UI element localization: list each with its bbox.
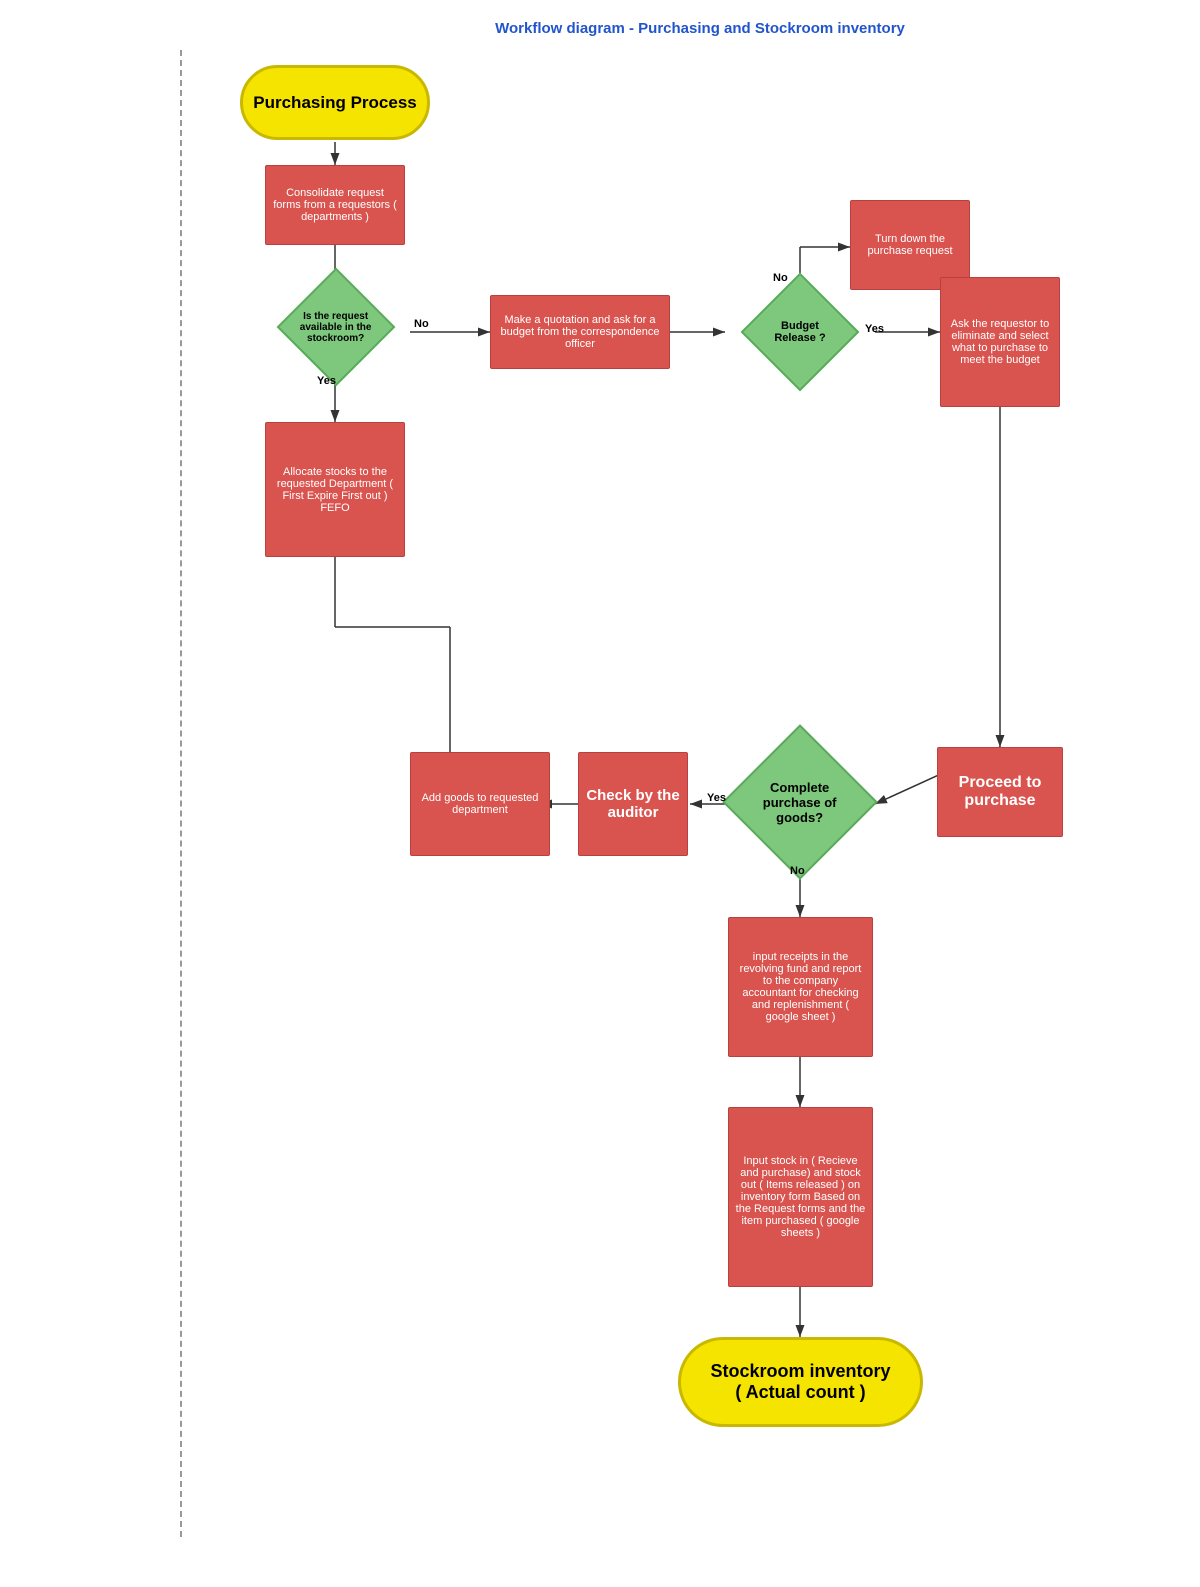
is-available-diamond: Is the request available in the stockroo… <box>262 285 410 369</box>
ask-requestor-box: Ask the requestor to eliminate and selec… <box>940 277 1060 407</box>
start-oval: Purchasing Process <box>240 65 430 140</box>
add-goods-box: Add goods to requested department <box>410 752 550 856</box>
diagram-title: Workflow diagram - Purchasing and Stockr… <box>320 20 1080 37</box>
input-receipts-label: input receipts in the revolving fund and… <box>735 951 866 1023</box>
check-auditor-box: Check by the auditor <box>578 752 688 856</box>
budget-release-label: Budget Release ? <box>774 320 825 344</box>
allocate-box: Allocate stocks to the requested Departm… <box>265 422 405 557</box>
no-label-3: No <box>790 865 805 877</box>
proceed-label: Proceed to purchase <box>944 774 1056 810</box>
check-auditor-label: Check by the auditor <box>585 787 681 821</box>
input-stock-label: Input stock in ( Recieve and purchase) a… <box>735 1155 866 1239</box>
no-label-2: No <box>773 272 788 284</box>
add-goods-label: Add goods to requested department <box>417 792 543 816</box>
start-label: Purchasing Process <box>253 93 416 113</box>
complete-purchase-diamond: Complete purchase of goods? Yes No <box>725 747 875 861</box>
consolidate-label: Consolidate request forms from a request… <box>271 187 399 223</box>
input-receipts-box: input receipts in the revolving fund and… <box>728 917 873 1057</box>
is-available-label: Is the request available in the stockroo… <box>300 311 372 344</box>
make-quotation-label: Make a quotation and ask for a budget fr… <box>497 314 663 350</box>
complete-purchase-label: Complete purchase of goods? <box>763 780 837 825</box>
input-stock-box: Input stock in ( Recieve and purchase) a… <box>728 1107 873 1287</box>
budget-release-diamond: Budget Release ? No Yes <box>725 290 875 374</box>
consolidate-box: Consolidate request forms from a request… <box>265 165 405 245</box>
ask-requestor-label: Ask the requestor to eliminate and selec… <box>946 318 1054 366</box>
no-label-1: No <box>414 318 429 330</box>
proceed-box: Proceed to purchase <box>937 747 1063 837</box>
yes-label-1: Yes <box>317 375 336 387</box>
end-oval: Stockroom inventory( Actual count ) <box>678 1337 923 1427</box>
yes-label-3: Yes <box>707 792 726 804</box>
end-label: Stockroom inventory( Actual count ) <box>710 1361 890 1403</box>
make-quotation-box: Make a quotation and ask for a budget fr… <box>490 295 670 369</box>
yes-label-2: Yes <box>865 323 884 335</box>
allocate-label: Allocate stocks to the requested Departm… <box>272 466 398 514</box>
turn-down-label: Turn down the purchase request <box>856 233 964 257</box>
